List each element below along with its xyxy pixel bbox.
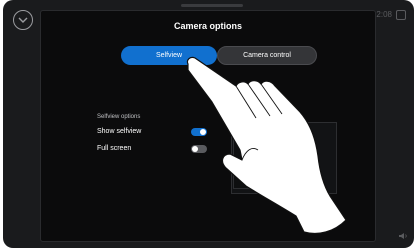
view-tab-control: Selfview Camera control <box>121 46 317 65</box>
full-screen-toggle[interactable] <box>191 145 207 153</box>
preview-pip <box>233 129 269 189</box>
screen: 12:08 Camera options Selfview Camera con… <box>3 0 414 248</box>
square-icon[interactable] <box>396 10 406 20</box>
full-screen-label: Full screen <box>97 145 132 152</box>
show-selfview-toggle[interactable] <box>191 128 207 136</box>
device-frame: 12:08 Camera options Selfview Camera con… <box>0 0 417 252</box>
speaker-icon[interactable] <box>398 232 408 240</box>
tab-selfview[interactable]: Selfview <box>121 46 217 65</box>
selfview-preview[interactable] <box>231 122 337 194</box>
show-selfview-label: Show selfview <box>97 128 142 135</box>
top-indicator <box>181 4 243 7</box>
section-label: Selfview options <box>97 114 141 120</box>
toggle-knob <box>192 146 198 152</box>
camera-options-dialog: Camera options Selfview Camera control S… <box>40 10 376 242</box>
toggle-knob <box>200 129 206 135</box>
dialog-title: Camera options <box>173 21 242 31</box>
tab-camera-control[interactable]: Camera control <box>217 46 317 65</box>
chevron-down-icon[interactable] <box>13 10 33 30</box>
